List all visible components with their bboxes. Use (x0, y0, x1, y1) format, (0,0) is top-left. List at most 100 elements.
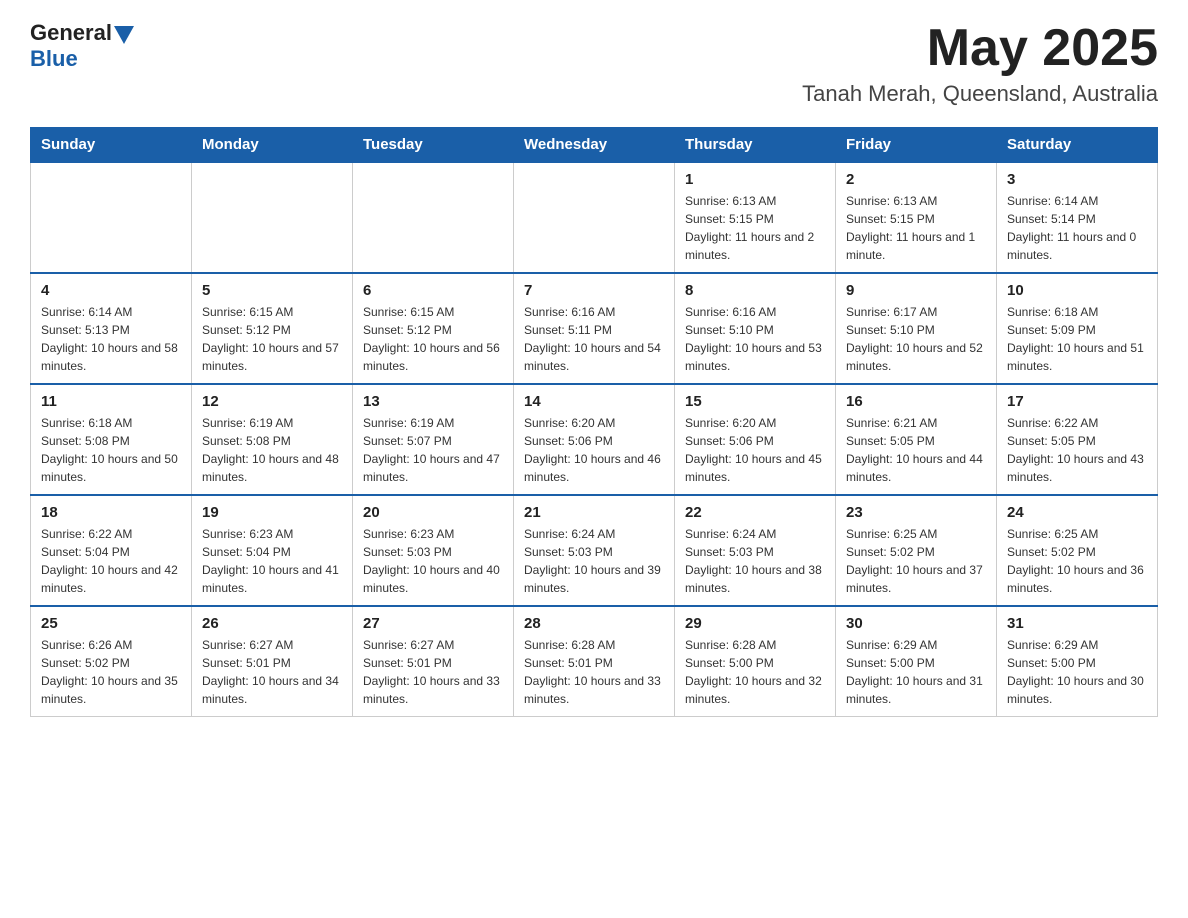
day-info: Sunrise: 6:13 AM Sunset: 5:15 PM Dayligh… (685, 192, 825, 264)
day-number: 30 (846, 615, 986, 632)
calendar-cell (31, 162, 192, 273)
day-info: Sunrise: 6:22 AM Sunset: 5:05 PM Dayligh… (1007, 414, 1147, 486)
day-info: Sunrise: 6:21 AM Sunset: 5:05 PM Dayligh… (846, 414, 986, 486)
page-header: General Blue May 2025 Tanah Merah, Queen… (30, 20, 1158, 107)
day-number: 15 (685, 393, 825, 410)
calendar-header-row: SundayMondayTuesdayWednesdayThursdayFrid… (31, 128, 1158, 163)
day-number: 3 (1007, 171, 1147, 188)
calendar-cell: 7 Sunrise: 6:16 AM Sunset: 5:11 PM Daylig… (514, 273, 675, 384)
calendar-cell: 5 Sunrise: 6:15 AM Sunset: 5:12 PM Daylig… (192, 273, 353, 384)
location-title: Tanah Merah, Queensland, Australia (802, 81, 1158, 107)
day-number: 7 (524, 282, 664, 299)
day-info: Sunrise: 6:23 AM Sunset: 5:03 PM Dayligh… (363, 525, 503, 597)
calendar-cell: 18Sunrise: 6:22 AM Sunset: 5:04 PM Dayli… (31, 495, 192, 606)
day-number: 16 (846, 393, 986, 410)
day-info: Sunrise: 6:18 AM Sunset: 5:08 PM Dayligh… (41, 414, 181, 486)
day-number: 8 (685, 282, 825, 299)
logo-blue-text: Blue (30, 46, 78, 72)
calendar-cell: 31 Sunrise: 6:29 AM Sunset: 5:00 PM Dayli… (997, 606, 1158, 717)
calendar-cell: 15 Sunrise: 6:20 AM Sunset: 5:06 PM Dayli… (675, 384, 836, 495)
day-number: 2 (846, 171, 986, 188)
calendar-cell: 16 Sunrise: 6:21 AM Sunset: 5:05 PM Dayli… (836, 384, 997, 495)
day-number: 13 (363, 393, 503, 410)
calendar-cell: 3 Sunrise: 6:14 AM Sunset: 5:14 PM Daylig… (997, 162, 1158, 273)
day-info: Sunrise: 6:18 AM Sunset: 5:09 PM Dayligh… (1007, 303, 1147, 375)
month-title: May 2025 (802, 20, 1158, 77)
day-info: Sunrise: 6:22 AM Sunset: 5:04 PM Dayligh… (41, 525, 181, 597)
day-number: 12 (202, 393, 342, 410)
day-info: Sunrise: 6:19 AM Sunset: 5:07 PM Dayligh… (363, 414, 503, 486)
day-info: Sunrise: 6:14 AM Sunset: 5:14 PM Dayligh… (1007, 192, 1147, 264)
calendar-cell: 25Sunrise: 6:26 AM Sunset: 5:02 PM Dayli… (31, 606, 192, 717)
day-number: 14 (524, 393, 664, 410)
calendar-day-header-monday: Monday (192, 128, 353, 163)
day-number: 10 (1007, 282, 1147, 299)
calendar-day-header-saturday: Saturday (997, 128, 1158, 163)
day-number: 25 (41, 615, 181, 632)
calendar-cell: 11 Sunrise: 6:18 AM Sunset: 5:08 PM Dayli… (31, 384, 192, 495)
day-number: 21 (524, 504, 664, 521)
day-number: 24 (1007, 504, 1147, 521)
calendar-day-header-wednesday: Wednesday (514, 128, 675, 163)
day-number: 4 (41, 282, 181, 299)
day-info: Sunrise: 6:27 AM Sunset: 5:01 PM Dayligh… (202, 636, 342, 708)
calendar-cell (514, 162, 675, 273)
day-info: Sunrise: 6:24 AM Sunset: 5:03 PM Dayligh… (685, 525, 825, 597)
calendar-table: SundayMondayTuesdayWednesdayThursdayFrid… (30, 127, 1158, 717)
day-number: 1 (685, 171, 825, 188)
title-area: May 2025 Tanah Merah, Queensland, Austra… (802, 20, 1158, 107)
calendar-cell: 27Sunrise: 6:27 AM Sunset: 5:01 PM Dayli… (353, 606, 514, 717)
calendar-week-row-2: 4 Sunrise: 6:14 AM Sunset: 5:13 PM Daylig… (31, 273, 1158, 384)
day-number: 9 (846, 282, 986, 299)
calendar-cell: 20 Sunrise: 6:23 AM Sunset: 5:03 PM Dayli… (353, 495, 514, 606)
day-info: Sunrise: 6:23 AM Sunset: 5:04 PM Dayligh… (202, 525, 342, 597)
day-info: Sunrise: 6:14 AM Sunset: 5:13 PM Dayligh… (41, 303, 181, 375)
calendar-cell: 9 Sunrise: 6:17 AM Sunset: 5:10 PM Daylig… (836, 273, 997, 384)
calendar-cell: 2 Sunrise: 6:13 AM Sunset: 5:15 PM Daylig… (836, 162, 997, 273)
calendar-cell: 8Sunrise: 6:16 AM Sunset: 5:10 PM Daylig… (675, 273, 836, 384)
calendar-week-row-3: 11 Sunrise: 6:18 AM Sunset: 5:08 PM Dayli… (31, 384, 1158, 495)
calendar-day-header-tuesday: Tuesday (353, 128, 514, 163)
calendar-cell: 12 Sunrise: 6:19 AM Sunset: 5:08 PM Dayli… (192, 384, 353, 495)
calendar-cell: 19 Sunrise: 6:23 AM Sunset: 5:04 PM Dayli… (192, 495, 353, 606)
day-info: Sunrise: 6:17 AM Sunset: 5:10 PM Dayligh… (846, 303, 986, 375)
calendar-cell: 1 Sunrise: 6:13 AM Sunset: 5:15 PM Daylig… (675, 162, 836, 273)
day-info: Sunrise: 6:19 AM Sunset: 5:08 PM Dayligh… (202, 414, 342, 486)
calendar-cell: 30 Sunrise: 6:29 AM Sunset: 5:00 PM Dayli… (836, 606, 997, 717)
logo: General Blue (30, 20, 134, 72)
day-info: Sunrise: 6:13 AM Sunset: 5:15 PM Dayligh… (846, 192, 986, 264)
calendar-cell: 28Sunrise: 6:28 AM Sunset: 5:01 PM Dayli… (514, 606, 675, 717)
day-info: Sunrise: 6:28 AM Sunset: 5:01 PM Dayligh… (524, 636, 664, 708)
calendar-cell: 29 Sunrise: 6:28 AM Sunset: 5:00 PM Dayli… (675, 606, 836, 717)
calendar-cell: 14 Sunrise: 6:20 AM Sunset: 5:06 PM Dayli… (514, 384, 675, 495)
day-number: 29 (685, 615, 825, 632)
day-number: 31 (1007, 615, 1147, 632)
calendar-cell (353, 162, 514, 273)
calendar-cell: 23Sunrise: 6:25 AM Sunset: 5:02 PM Dayli… (836, 495, 997, 606)
day-number: 17 (1007, 393, 1147, 410)
day-info: Sunrise: 6:28 AM Sunset: 5:00 PM Dayligh… (685, 636, 825, 708)
calendar-day-header-thursday: Thursday (675, 128, 836, 163)
day-number: 19 (202, 504, 342, 521)
day-number: 5 (202, 282, 342, 299)
day-number: 11 (41, 393, 181, 410)
calendar-cell: 6Sunrise: 6:15 AM Sunset: 5:12 PM Daylig… (353, 273, 514, 384)
calendar-cell: 4 Sunrise: 6:14 AM Sunset: 5:13 PM Daylig… (31, 273, 192, 384)
calendar-cell: 24Sunrise: 6:25 AM Sunset: 5:02 PM Dayli… (997, 495, 1158, 606)
calendar-week-row-1: 1 Sunrise: 6:13 AM Sunset: 5:15 PM Daylig… (31, 162, 1158, 273)
day-info: Sunrise: 6:15 AM Sunset: 5:12 PM Dayligh… (363, 303, 503, 375)
day-info: Sunrise: 6:29 AM Sunset: 5:00 PM Dayligh… (1007, 636, 1147, 708)
calendar-cell: 13 Sunrise: 6:19 AM Sunset: 5:07 PM Dayli… (353, 384, 514, 495)
calendar-day-header-sunday: Sunday (31, 128, 192, 163)
day-number: 20 (363, 504, 503, 521)
day-info: Sunrise: 6:15 AM Sunset: 5:12 PM Dayligh… (202, 303, 342, 375)
logo-general-text: General (30, 20, 112, 46)
day-info: Sunrise: 6:29 AM Sunset: 5:00 PM Dayligh… (846, 636, 986, 708)
day-info: Sunrise: 6:20 AM Sunset: 5:06 PM Dayligh… (685, 414, 825, 486)
day-number: 27 (363, 615, 503, 632)
day-number: 26 (202, 615, 342, 632)
calendar-cell: 26 Sunrise: 6:27 AM Sunset: 5:01 PM Dayli… (192, 606, 353, 717)
day-number: 23 (846, 504, 986, 521)
day-info: Sunrise: 6:16 AM Sunset: 5:11 PM Dayligh… (524, 303, 664, 375)
day-info: Sunrise: 6:20 AM Sunset: 5:06 PM Dayligh… (524, 414, 664, 486)
